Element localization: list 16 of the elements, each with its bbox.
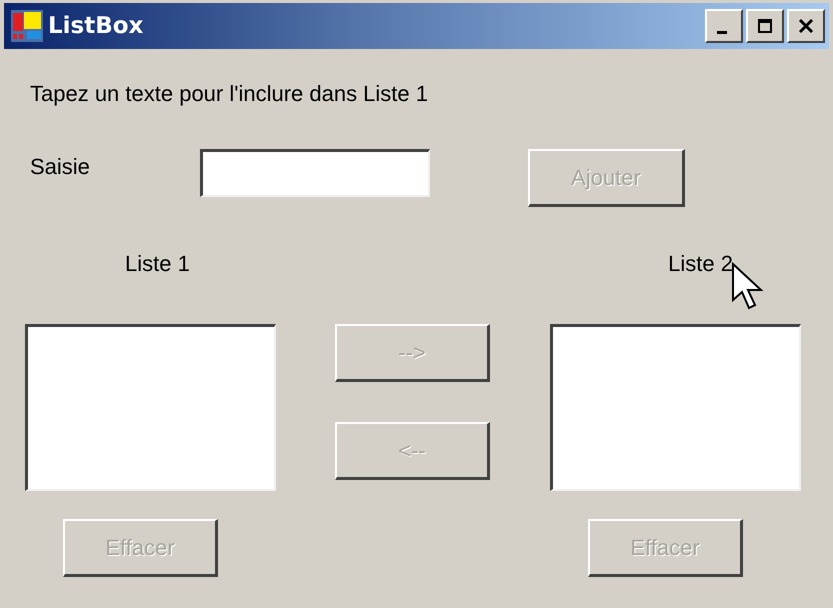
list-box[interactable] [25,324,276,491]
minimize-icon [717,30,727,34]
input-label: Saisie [30,153,91,181]
maximize-icon [756,17,774,35]
window-title: ListBox [48,12,144,41]
close-icon [797,17,815,35]
mouse-pointer-icon [731,262,765,312]
app-icon [10,9,44,43]
instruction-text: Tapez un texte pour l'inclure dans Liste 1 [30,80,429,108]
maximize-button[interactable] [746,9,784,43]
list-label: Liste 1 [125,250,190,278]
close-button[interactable] [787,9,825,43]
list-box[interactable] [550,324,801,491]
list-label: Liste 2 [668,250,733,278]
input-field[interactable] [200,149,430,197]
minimize-button[interactable] [705,9,743,43]
